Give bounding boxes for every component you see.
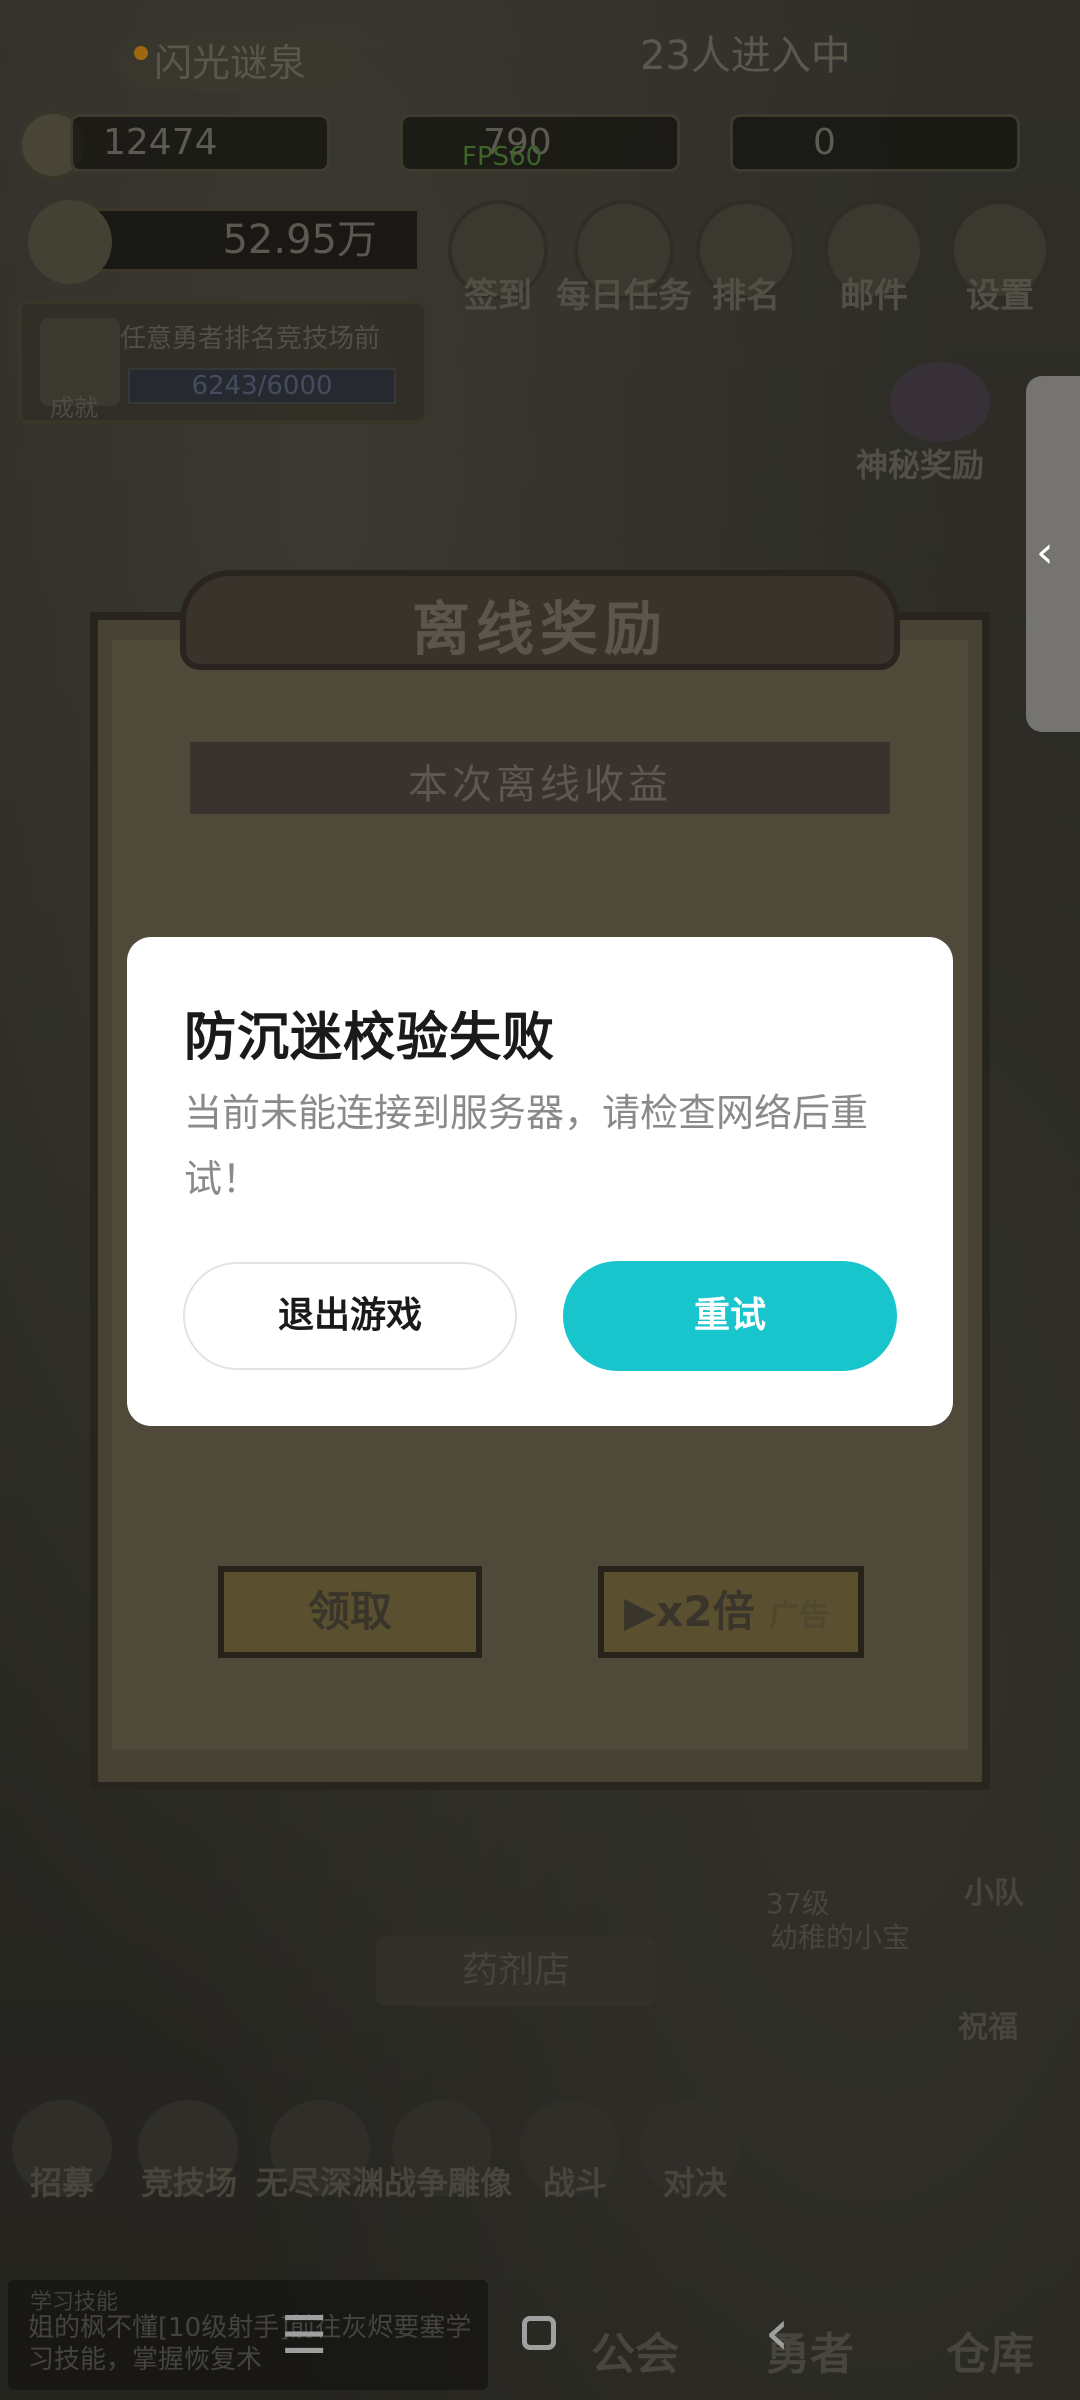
exit-game-button[interactable]: 退出游戏 [183,1262,517,1370]
dialog-title: 防沉迷校验失败 [184,1008,556,1068]
retry-button[interactable]: 重试 [563,1261,897,1371]
chevron-left-icon: ‹ [1036,527,1054,578]
home-icon[interactable] [522,2316,556,2350]
dialog-message: 当前未能连接到服务器，请检查网络后重试！ [184,1091,869,1201]
menu-icon[interactable]: ☰ [274,2306,334,2366]
back-icon[interactable]: ‹ [752,2296,802,2370]
